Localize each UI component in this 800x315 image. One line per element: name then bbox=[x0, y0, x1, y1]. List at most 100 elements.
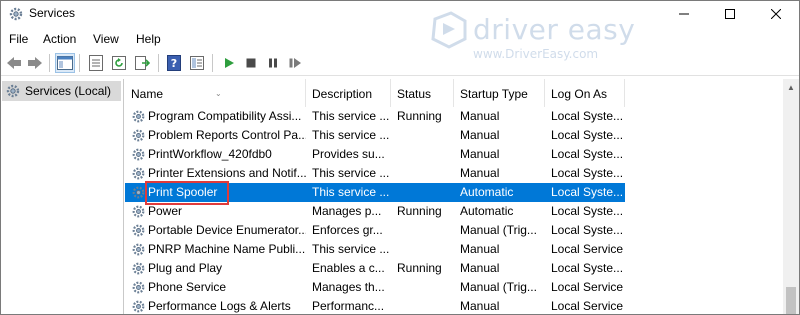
pause-service-icon bbox=[269, 58, 277, 68]
service-description: Enables a c... bbox=[312, 261, 385, 275]
service-name: Problem Reports Control Pa... bbox=[148, 128, 306, 142]
menu-view[interactable]: View bbox=[93, 32, 119, 46]
tree-item-services-local[interactable]: Services (Local) bbox=[2, 81, 121, 101]
mmc-view-icon bbox=[190, 56, 204, 70]
column-header-label: Description bbox=[312, 87, 373, 101]
export-list-icon bbox=[135, 56, 150, 70]
table-row[interactable]: PNRP Machine Name Publi... This service .… bbox=[125, 240, 625, 259]
service-name: Portable Device Enumerator... bbox=[148, 223, 306, 237]
service-log-on-as: Local Syste... bbox=[551, 147, 624, 161]
service-startup-type: Automatic bbox=[460, 204, 514, 218]
service-log-on-as: Local Syste... bbox=[551, 223, 624, 237]
export-list-button[interactable] bbox=[132, 53, 152, 73]
service-log-on-as: Local Service bbox=[551, 280, 624, 294]
gear-icon bbox=[132, 167, 145, 180]
column-header-label: Status bbox=[397, 87, 432, 101]
console-tree: Services (Local) bbox=[1, 79, 124, 314]
back-arrow-icon bbox=[7, 57, 21, 69]
gear-icon bbox=[132, 224, 145, 237]
table-row[interactable]: Problem Reports Control Pa... This servic… bbox=[125, 126, 625, 145]
resume-service-icon bbox=[289, 58, 301, 68]
column-header-label: Startup Type bbox=[460, 87, 528, 101]
service-status bbox=[397, 297, 459, 314]
column-header-log-on-as[interactable]: Log On As bbox=[545, 79, 625, 107]
show-hide-console-tree-icon bbox=[57, 56, 73, 70]
service-startup-type: Manual bbox=[460, 109, 500, 123]
service-description: This service ... bbox=[312, 185, 390, 199]
service-description: This service ... bbox=[312, 109, 390, 123]
column-header-row: Name ⌄ Description Status Startup Type L… bbox=[125, 79, 785, 107]
show-hide-console-tree-button[interactable] bbox=[55, 53, 75, 73]
service-name: PrintWorkflow_420fdb0 bbox=[148, 147, 272, 161]
gear-icon bbox=[132, 129, 145, 142]
help-button[interactable]: ? bbox=[164, 53, 184, 73]
column-header-status[interactable]: Status bbox=[391, 79, 454, 107]
forward-button[interactable] bbox=[25, 53, 45, 73]
start-service-button[interactable] bbox=[219, 53, 239, 73]
gear-icon bbox=[132, 300, 145, 313]
table-row[interactable]: Program Compatibility Assi... This servic… bbox=[125, 107, 625, 126]
table-row[interactable]: PrintWorkflow_420fdb0 Provides su... Manua… bbox=[125, 145, 625, 164]
table-row[interactable]: Phone Service Manages th... Manual (Trig..… bbox=[125, 278, 625, 297]
minimize-button[interactable] bbox=[661, 1, 707, 27]
table-row[interactable]: Plug and Play Enables a c... Running Manual… bbox=[125, 259, 625, 278]
table-row[interactable]: Power Manages p... Running Automatic Local S… bbox=[125, 202, 625, 221]
service-log-on-as: Local Syste... bbox=[551, 261, 624, 275]
table-row[interactable]: Printer Extensions and Notif... This serv… bbox=[125, 164, 625, 183]
stop-service-button[interactable] bbox=[241, 53, 261, 73]
service-status: Running bbox=[397, 109, 442, 123]
table-row[interactable]: Performance Logs & Alerts Performanc... Ma… bbox=[125, 297, 625, 314]
refresh-icon bbox=[112, 56, 126, 70]
table-row[interactable]: Print Spooler This service ... Automatic Lo… bbox=[125, 183, 625, 202]
resume-service-button[interactable] bbox=[285, 53, 305, 73]
toolbar-separator bbox=[212, 54, 213, 72]
service-log-on-as: Local Syste... bbox=[551, 185, 624, 199]
service-startup-type: Manual bbox=[460, 147, 500, 161]
service-name: PNRP Machine Name Publi... bbox=[148, 242, 306, 256]
close-icon bbox=[771, 9, 781, 19]
column-header-startup-type[interactable]: Startup Type bbox=[454, 79, 545, 107]
scrollbar-thumb[interactable] bbox=[786, 287, 796, 314]
service-status bbox=[397, 183, 459, 202]
service-status bbox=[397, 164, 459, 183]
menu-file[interactable]: File bbox=[9, 32, 28, 46]
vertical-scrollbar[interactable]: ▲ bbox=[783, 79, 799, 314]
gear-icon bbox=[6, 84, 20, 98]
service-name: Print Spooler bbox=[148, 185, 218, 199]
service-name: Printer Extensions and Notif... bbox=[148, 166, 306, 180]
service-description: This service ... bbox=[312, 242, 390, 256]
menu-help[interactable]: Help bbox=[136, 32, 161, 46]
column-header-description[interactable]: Description bbox=[306, 79, 391, 107]
service-status bbox=[397, 278, 459, 297]
gear-icon bbox=[132, 281, 145, 294]
close-button[interactable] bbox=[753, 1, 799, 27]
service-name: Plug and Play bbox=[148, 261, 223, 275]
back-button[interactable] bbox=[4, 53, 24, 73]
gear-icon bbox=[132, 186, 145, 199]
service-status: Running bbox=[397, 261, 442, 275]
service-description: This service ... bbox=[312, 128, 390, 142]
title-bar[interactable]: Services bbox=[1, 1, 799, 27]
service-startup-type: Manual bbox=[460, 166, 500, 180]
maximize-button[interactable] bbox=[707, 1, 753, 27]
service-startup-type: Manual bbox=[460, 261, 500, 275]
column-header-name[interactable]: Name ⌄ bbox=[125, 79, 306, 107]
service-name: Phone Service bbox=[148, 280, 227, 294]
service-name: Performance Logs & Alerts bbox=[148, 299, 291, 313]
gear-icon bbox=[132, 205, 145, 218]
scroll-up-icon[interactable]: ▲ bbox=[783, 79, 799, 95]
service-status bbox=[397, 145, 459, 164]
menu-action[interactable]: Action bbox=[43, 32, 76, 46]
pause-service-button[interactable] bbox=[263, 53, 283, 73]
mmc-view-button[interactable] bbox=[187, 53, 207, 73]
column-header-label: Log On As bbox=[551, 87, 608, 101]
svg-text:?: ? bbox=[171, 57, 177, 70]
service-description: Manages p... bbox=[312, 204, 382, 218]
service-description: Enforces gr... bbox=[312, 223, 383, 237]
properties-button[interactable] bbox=[86, 53, 106, 73]
tree-item-label: Services (Local) bbox=[25, 84, 112, 98]
table-row[interactable]: Portable Device Enumerator... Enforces gr… bbox=[125, 221, 625, 240]
maximize-icon bbox=[725, 9, 735, 19]
gear-icon bbox=[9, 7, 23, 21]
refresh-button[interactable] bbox=[109, 53, 129, 73]
